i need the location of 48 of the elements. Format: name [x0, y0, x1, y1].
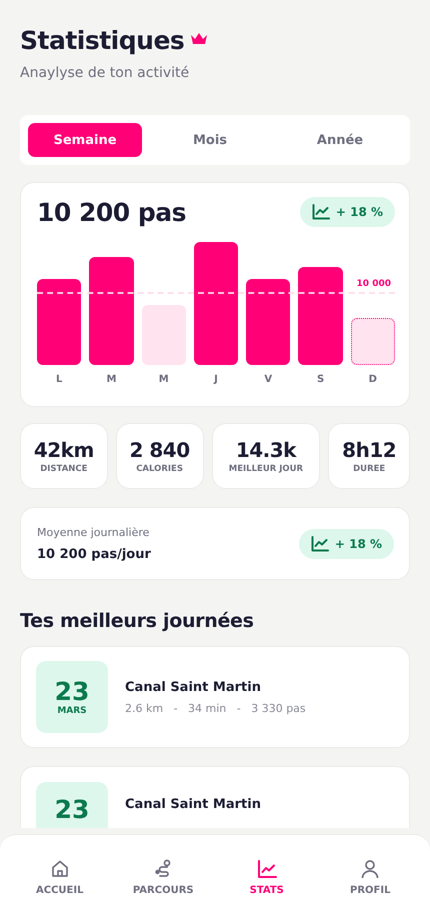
nav-item[interactable]: ACCUEIL: [8, 855, 112, 900]
crown-icon: [190, 32, 208, 46]
day-label: V: [264, 374, 272, 387]
trend-value: + 18 %: [334, 536, 382, 550]
day-bar: [350, 318, 395, 365]
nav-item[interactable]: PARCOURS: [112, 855, 215, 900]
day-label: M: [106, 374, 116, 387]
steps-total: 10 200 pas: [37, 198, 186, 226]
user-icon: [360, 859, 380, 879]
day-label: S: [316, 374, 324, 387]
stat-value: 2 840: [130, 438, 190, 462]
period-tab[interactable]: Année: [278, 123, 402, 157]
day-label: L: [56, 374, 62, 387]
trend-icon: [310, 536, 329, 552]
walk-name: Canal Saint Martin: [125, 680, 262, 694]
stat-label: MEILLEUR JOUR: [228, 464, 304, 474]
page-title: Statistiques: [20, 26, 184, 55]
stat-label: DUREE: [353, 464, 386, 474]
best-day-card[interactable]: 23 Canal Saint Martin: [20, 766, 410, 828]
period-tab[interactable]: Semaine: [28, 123, 142, 157]
stat-label: CALORIES: [136, 464, 183, 474]
date-day: 23: [54, 797, 90, 822]
best-day-card[interactable]: 23 MARS Canal Saint Martin 2.6 km - 34 min - 3 330 pas: [20, 646, 410, 748]
date-month: MARS: [57, 706, 87, 716]
section-title: Tes meilleurs journées: [20, 610, 255, 632]
walk-name: Canal Saint Martin: [125, 797, 261, 812]
stat-value: 8h12: [342, 438, 396, 462]
stat-value: 14.3k: [236, 438, 296, 462]
page-subtitle: Anaylyse de ton activité: [20, 65, 190, 81]
stat-value: 42km: [34, 438, 94, 462]
walk-details: 2.6 km - 34 min - 3 330 pas: [125, 702, 306, 714]
nav-item[interactable]: PROFIL: [318, 855, 422, 900]
route-icon: [153, 859, 174, 879]
trend-icon: [312, 204, 330, 220]
chart-icon: [256, 859, 277, 879]
date-day: 23: [54, 678, 90, 704]
stat-label: DISTANCE: [40, 464, 88, 474]
average-value: 10 200 pas/jour: [37, 546, 151, 562]
home-icon: [50, 859, 70, 879]
goal-label: 10 000: [356, 279, 391, 290]
day-label: M: [158, 374, 169, 387]
day-label: D: [368, 374, 377, 387]
trend-value: + 18 %: [336, 205, 383, 219]
day-label: J: [214, 374, 218, 387]
average-label: Moyenne journalière: [37, 526, 150, 538]
day-bar: [142, 305, 186, 365]
nav-item[interactable]: STATS: [215, 855, 318, 900]
period-tab[interactable]: Mois: [148, 123, 272, 157]
